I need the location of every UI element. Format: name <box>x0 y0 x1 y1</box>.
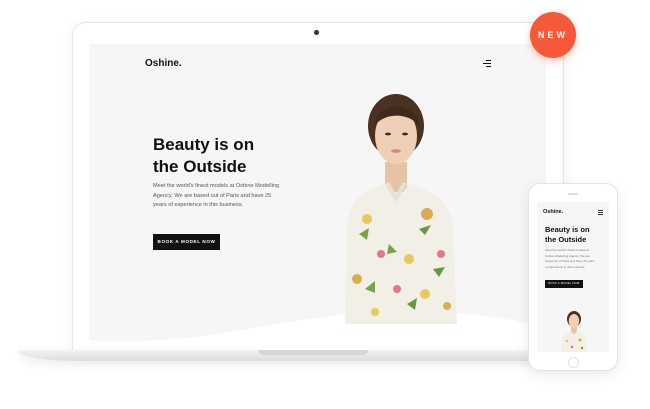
new-badge: NEW <box>530 12 576 58</box>
mobile-model-photo <box>561 311 587 352</box>
site-logo[interactable]: Oshine. <box>145 58 182 69</box>
laptop-camera <box>314 30 319 35</box>
desktop-screen: Oshine. Beauty is on the Outside Meet th… <box>89 44 546 348</box>
phone-speaker <box>568 193 578 195</box>
model-photo <box>345 94 457 324</box>
laptop-mockup: Oshine. Beauty is on the Outside Meet th… <box>72 22 564 354</box>
mobile-hero-title: Beauty is on the Outside <box>545 225 605 245</box>
mobile-hamburger-menu-icon[interactable] <box>598 210 603 216</box>
phone-mockup: Oshine. Beauty is on the Outside Meet th… <box>528 183 618 371</box>
mobile-site-logo[interactable]: Oshine. <box>543 209 563 215</box>
mobile-book-model-button[interactable]: BOOK A MODEL NOW <box>545 280 583 288</box>
hero-description: Meet the world's finest models at Oshine… <box>153 183 280 208</box>
laptop-notch <box>258 350 368 355</box>
mobile-hero-description: Meet the world's finest models at Oshine… <box>545 248 595 269</box>
phone-home-button <box>568 357 579 368</box>
mobile-hero-title-line-1: Beauty is on <box>545 225 590 234</box>
hamburger-menu-icon[interactable] <box>483 60 491 67</box>
hero-title: Beauty is on the Outside <box>153 134 303 178</box>
hero-title-line-1: Beauty is on <box>153 135 255 154</box>
mobile-hero-title-line-2: the Outside <box>545 235 587 244</box>
book-model-button[interactable]: BOOK A MODEL NOW <box>153 234 220 250</box>
hero-title-line-2: the Outside <box>153 157 247 176</box>
mobile-screen: Oshine. Beauty is on the Outside Meet th… <box>537 202 609 352</box>
